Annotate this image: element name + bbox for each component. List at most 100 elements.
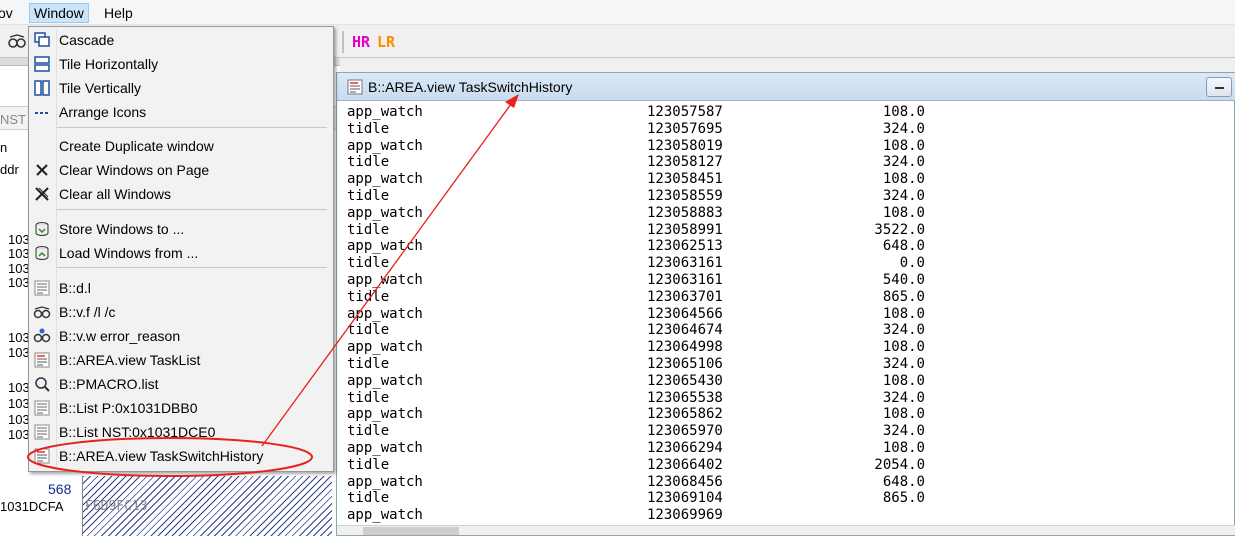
table-row[interactable]: app_watch 123065862 108.0	[347, 406, 1207, 423]
duration-cell: 108.0	[882, 339, 925, 356]
window-menu: Cascade Tile Horizontally Tile Vertically A…	[28, 26, 334, 472]
menu-separator	[57, 127, 327, 128]
hr-button[interactable]: HR	[352, 33, 370, 51]
timestamp-cell: 123069104	[647, 490, 723, 507]
menu-item-label: Create Duplicate window	[59, 138, 214, 154]
magnifier-icon	[35, 377, 50, 392]
table-row[interactable]: app_watch 123064566 108.0	[347, 306, 1207, 323]
lr-button[interactable]: LR	[377, 33, 395, 51]
arrange-icons-icon	[35, 112, 48, 114]
timestamp-cell: 123063701	[647, 288, 723, 305]
glasses-icon[interactable]	[8, 32, 26, 50]
menu-item-label: B::AREA.view TaskSwitchHistory	[59, 448, 264, 464]
menu-item-b-v-w-error-reason[interactable]: B::v.w error_reason	[31, 325, 331, 347]
duration-cell: 324.0	[882, 120, 925, 137]
list-icon	[34, 424, 50, 440]
menu-item-arrange-icons[interactable]: Arrange Icons	[31, 101, 331, 123]
timestamp-cell: 123066402	[647, 456, 723, 473]
table-row[interactable]: tidle 123058559 324.0	[347, 188, 1207, 205]
task-name-cell: tidle	[347, 188, 390, 204]
menu-item-label: Clear all Windows	[59, 186, 172, 202]
task-switch-history-window: B::AREA.view TaskSwitchHistory app_watch…	[336, 72, 1235, 536]
task-name-cell: app_watch	[347, 339, 423, 356]
task-name-cell: tidle	[347, 356, 390, 372]
task-name-cell: app_watch	[347, 104, 423, 120]
table-row[interactable]: tidle 123058991 3522.0	[347, 222, 1207, 239]
menu-help[interactable]: Help	[100, 3, 137, 23]
table-row[interactable]: tidle 123063701 865.0	[347, 289, 1207, 306]
menu-item-b-d-l[interactable]: B::d.l	[31, 277, 331, 299]
menu-item-create-duplicate-window[interactable]: Create Duplicate window	[31, 135, 331, 157]
duration-cell: 3522.0	[874, 221, 925, 238]
table-row[interactable]: tidle 123069104 865.0	[347, 490, 1207, 507]
task-name-cell: tidle	[347, 456, 390, 473]
table-row[interactable]: tidle 123065106 324.0	[347, 356, 1207, 373]
table-row[interactable]: app_watch 123065430 108.0	[347, 373, 1207, 390]
timestamp-cell: 123065862	[647, 406, 723, 423]
table-row[interactable]: tidle 123063161 0.0	[347, 255, 1207, 272]
cascade-icon	[34, 32, 50, 47]
timestamp-cell: 123057695	[647, 120, 723, 137]
menu-item-cascade[interactable]: Cascade	[31, 29, 331, 51]
horizontal-scrollbar[interactable]	[337, 525, 1235, 535]
left-text-addr-4: 103	[8, 275, 30, 290]
table-row[interactable]: tidle 123058127 324.0	[347, 154, 1207, 171]
table-row[interactable]: tidle 123066402 2054.0	[347, 457, 1207, 474]
task-name-cell: app_watch	[347, 440, 423, 456]
table-row[interactable]: app_watch 123058883 108.0	[347, 205, 1207, 222]
menu-item-tile-horizontally[interactable]: Tile Horizontally	[31, 53, 331, 75]
menu-item-b-v-f-l-c[interactable]: B::v.f /l /c	[31, 301, 331, 323]
table-row[interactable]: tidle 123065538 324.0	[347, 390, 1207, 407]
table-row[interactable]: app_watch 123058019 108.0	[347, 138, 1207, 155]
menu-item-tile-vertically[interactable]: Tile Vertically	[31, 77, 331, 99]
menu-item-label: B::d.l	[59, 280, 91, 296]
table-row[interactable]: app_watch 123068456 648.0	[347, 474, 1207, 491]
timestamp-cell: 123063161	[647, 255, 723, 272]
timestamp-cell: 123069969	[647, 507, 723, 524]
table-row[interactable]: app_watch 123069969	[347, 507, 1207, 524]
timestamp-cell: 123064566	[647, 305, 723, 322]
menu-item-store-windows-to[interactable]: Store Windows to ...	[31, 218, 331, 240]
scrollbar-thumb[interactable]	[363, 527, 459, 535]
duration-cell: 108.0	[882, 372, 925, 389]
timestamp-cell: 123065106	[647, 356, 723, 372]
table-row[interactable]: tidle 123065970 324.0	[347, 423, 1207, 440]
menu-item-label: B::List NST:0x1031DCE0	[59, 424, 216, 440]
table-row[interactable]: app_watch 123062513 648.0	[347, 238, 1207, 255]
area-view-icon	[347, 79, 363, 95]
table-row[interactable]: app_watch 123058451 108.0	[347, 171, 1207, 188]
duration-cell: 108.0	[882, 137, 925, 154]
minimize-button[interactable]	[1206, 77, 1232, 97]
table-row[interactable]: tidle 123057695 324.0	[347, 121, 1207, 138]
menu-item-load-windows-from[interactable]: Load Windows from ...	[31, 242, 331, 264]
task-name-cell: app_watch	[347, 406, 423, 423]
menu-item-clear-all-windows[interactable]: Clear all Windows	[31, 183, 331, 205]
menu-item-b-list-p-0x1031dbb0[interactable]: B::List P:0x1031DBB0	[31, 397, 331, 419]
table-row[interactable]: app_watch 123063161 540.0	[347, 272, 1207, 289]
table-row[interactable]: app_watch 123066294 108.0	[347, 440, 1207, 457]
menu-item-b-pmacro-list[interactable]: B::PMACRO.list	[31, 373, 331, 395]
duration-cell: 324.0	[882, 423, 925, 440]
menu-item-label: Load Windows from ...	[59, 245, 199, 261]
table-row[interactable]: tidle 123064674 324.0	[347, 322, 1207, 339]
left-text-nst: NST	[0, 112, 26, 127]
menu-item-clear-windows-on-page[interactable]: Clear Windows on Page	[31, 159, 331, 181]
timestamp-cell: 123065538	[647, 389, 723, 406]
menu-window[interactable]: Window	[29, 3, 89, 23]
timestamp-cell: 123068456	[647, 473, 723, 490]
area-view-icon	[34, 448, 50, 464]
menu-item-b-area-view-taskswitchhistory[interactable]: B::AREA.view TaskSwitchHistory	[31, 445, 331, 467]
list-icon	[34, 400, 50, 416]
table-row[interactable]: app_watch 123064998 108.0	[347, 339, 1207, 356]
window-titlebar[interactable]: B::AREA.view TaskSwitchHistory	[337, 73, 1235, 101]
task-name-cell: app_watch	[347, 204, 423, 221]
menu-item-b-list-nst-0x1031dce0[interactable]: B::List NST:0x1031DCE0	[31, 421, 331, 443]
left-text-addr-8: 103	[8, 396, 30, 411]
left-text-addr-6: 103	[8, 345, 30, 360]
task-name-cell: app_watch	[347, 238, 423, 255]
menu-item-b-area-view-tasklist[interactable]: B::AREA.view TaskList	[31, 349, 331, 371]
duration-cell: 324.0	[882, 188, 925, 204]
menu-view[interactable]: ov	[0, 3, 17, 23]
timestamp-cell: 123058127	[647, 154, 723, 171]
table-row[interactable]: app_watch 123057587 108.0	[347, 104, 1207, 121]
